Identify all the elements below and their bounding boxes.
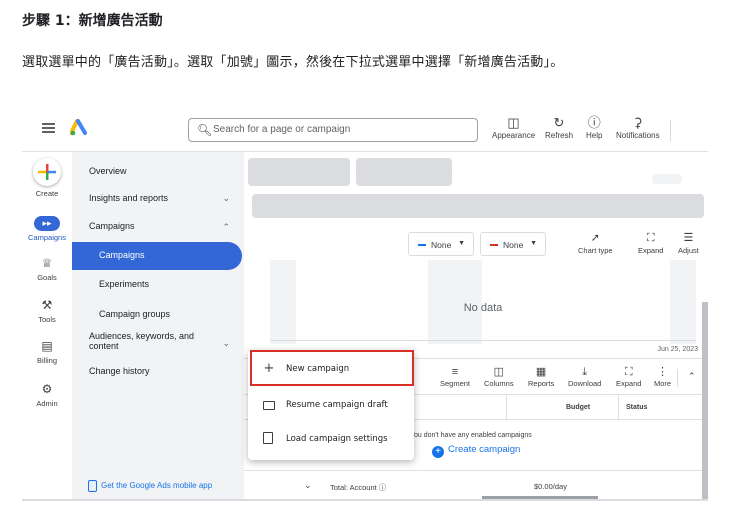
column-header-budget[interactable]: Budget (566, 404, 590, 411)
mobile-app-link[interactable]: Get the Google Ads mobile app (88, 480, 212, 492)
total-row: ⌄ Total: Account ⓘ $0.00/day (244, 470, 708, 500)
caret-down-icon: ▼ (530, 240, 537, 247)
appearance-icon: ◫ (507, 115, 520, 130)
highlight-box (250, 350, 414, 386)
loading-placeholder (248, 158, 350, 186)
columns-button[interactable]: ◫ Columns (484, 365, 514, 388)
help-icon[interactable]: ⓘ (379, 483, 387, 492)
total-label: Total: Account ⓘ (330, 483, 387, 492)
topbar-divider (670, 120, 671, 142)
empty-state-message: You don't have any enabled campaigns (410, 432, 532, 439)
segment-icon: ≡ (451, 366, 459, 378)
series-color-swatch (490, 244, 498, 246)
segment-button[interactable]: ≡ Segment (440, 365, 470, 388)
rail-item-billing[interactable]: ▤ Billing (22, 339, 72, 365)
reports-icon: ▦ (535, 366, 547, 378)
metric-dropdown-1[interactable]: None ▼ (408, 232, 474, 256)
series-color-swatch (418, 244, 426, 246)
loading-placeholder (356, 158, 452, 186)
rail-create-label[interactable]: Create (22, 189, 72, 198)
nav-panel: Overview Insights and reports ⌄ Campaign… (72, 152, 244, 500)
nav-group-campaigns[interactable]: Campaigns (89, 221, 135, 231)
trophy-icon: ♕ (41, 256, 53, 270)
chart-end-date: Jun 25, 2023 (657, 346, 698, 353)
adjust-icon: ☰ (683, 232, 694, 244)
plus-icon (38, 164, 56, 180)
chart-line-icon: ➚ (590, 232, 600, 244)
search-input[interactable]: 🔍︎ Search for a page or campaign (188, 118, 478, 142)
nav-item-experiments[interactable]: Experiments (99, 279, 149, 289)
step-title: 步驟 1：新增廣告活動 (22, 13, 163, 29)
menu-item-load-settings[interactable]: Load campaign settings (248, 422, 414, 456)
copy-icon (263, 432, 273, 444)
more-vert-icon: ⋮ (657, 366, 669, 378)
loading-placeholder (652, 174, 682, 184)
appearance-button[interactable]: ◫ Appearance (492, 115, 535, 140)
metric-dropdown-2[interactable]: None ▼ (480, 232, 546, 256)
rail-item-campaigns[interactable]: ▸▸ Campaigns (22, 216, 72, 242)
chevron-up-icon[interactable]: ⌃ (222, 222, 230, 233)
rail-item-tools[interactable]: ⚒ Tools (22, 298, 72, 324)
more-button[interactable]: ⋮ More (654, 365, 671, 388)
chart-axis (270, 340, 696, 341)
search-icon: 🔍︎ (197, 123, 213, 137)
column-divider (618, 395, 619, 421)
plus-circle-icon: + (432, 446, 444, 458)
rail-item-admin[interactable]: ⚙ Admin (22, 382, 72, 408)
chevron-down-icon[interactable]: ⌄ (304, 480, 312, 491)
nav-item-audiences[interactable]: Audiences, keywords, and content (89, 331, 194, 351)
chevron-down-icon[interactable]: ⌄ (222, 193, 230, 204)
table-expand-button[interactable]: ⛶ Expand (616, 365, 641, 388)
chart-type-button[interactable]: ➚ Chart type (578, 230, 613, 255)
menu-icon[interactable] (42, 123, 55, 133)
expand-icon: ⛶ (646, 232, 655, 244)
nav-item-insights[interactable]: Insights and reports (89, 193, 168, 203)
menu-item-resume-draft[interactable]: Resume campaign draft (248, 388, 414, 422)
expand-icon: ⛶ (624, 366, 633, 378)
loading-placeholder (252, 194, 704, 218)
refresh-icon: ↻ (553, 115, 565, 130)
create-button[interactable] (33, 158, 61, 186)
search-placeholder: Search for a page or campaign (213, 124, 351, 135)
nav-item-overview[interactable]: Overview (89, 166, 127, 176)
create-campaign-link[interactable]: + Create campaign (432, 444, 520, 458)
chart-area: No data (270, 260, 696, 348)
gear-icon: ⚙ (41, 382, 53, 396)
nav-item-campaign-groups[interactable]: Campaign groups (99, 309, 170, 319)
download-button[interactable]: ⤓ Download (568, 365, 601, 388)
screenshot-bottom-edge (22, 499, 708, 501)
nav-item-campaigns[interactable]: Campaigns (72, 242, 242, 270)
top-bar: 🔍︎ Search for a page or campaign ◫ Appea… (22, 110, 708, 152)
chart-expand-button[interactable]: ⛶ Expand (638, 230, 663, 255)
notifications-button[interactable]: ⚳ Notifications (616, 115, 660, 140)
left-rail: Create ▸▸ Campaigns ♕ Goals ⚒ Tools ▤ Bi… (22, 152, 72, 500)
download-icon: ⤓ (582, 366, 588, 378)
nav-item-change-history[interactable]: Change history (89, 366, 150, 376)
chevron-down-icon[interactable]: ⌄ (222, 338, 230, 349)
columns-icon: ◫ (493, 366, 504, 378)
megaphone-icon: ▸▸ (34, 216, 60, 231)
chart-adjust-button[interactable]: ☰ Adjust (678, 230, 699, 255)
card-icon: ▤ (41, 339, 53, 353)
folder-icon (263, 401, 275, 410)
instruction-text: 選取選單中的「廣告活動」。選取「加號」圖示，然後在下拉式選單中選擇「新增廣告活動… (22, 55, 564, 70)
total-amount: $0.00/day (534, 482, 567, 491)
rail-item-goals[interactable]: ♕ Goals (22, 256, 72, 282)
google-ads-logo (70, 119, 87, 136)
column-divider (506, 395, 507, 421)
phone-icon (88, 480, 97, 492)
scrollbar[interactable] (702, 302, 708, 500)
bell-icon: ⚳ (633, 115, 643, 130)
help-button[interactable]: ⓘ Help (586, 115, 602, 140)
chevron-up-icon[interactable]: ⌃ (688, 371, 696, 382)
refresh-button[interactable]: ↻ Refresh (545, 115, 573, 140)
toolbar-divider (677, 369, 678, 387)
reports-button[interactable]: ▦ Reports (528, 365, 554, 388)
tools-icon: ⚒ (41, 298, 53, 312)
column-header-status[interactable]: Status (626, 404, 647, 411)
help-icon: ⓘ (587, 115, 601, 130)
no-data-label: No data (463, 302, 503, 314)
caret-down-icon: ▼ (458, 240, 465, 247)
